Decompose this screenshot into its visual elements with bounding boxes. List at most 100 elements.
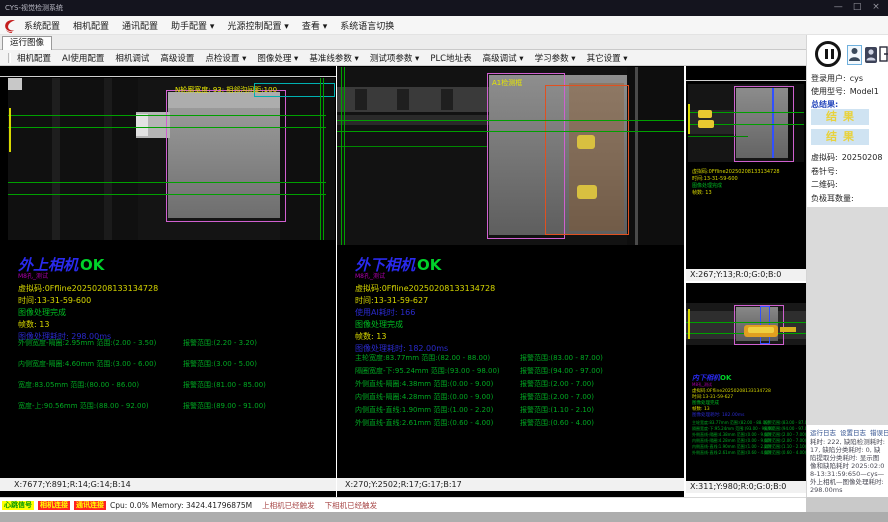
avatar-icon xyxy=(865,47,877,63)
upper-camera-trigger-status: 上相机已经触发 xyxy=(262,500,315,511)
tool-learning-params[interactable]: 学习参数 ▾ xyxy=(535,52,576,64)
menu-view[interactable]: 查看 ▾ xyxy=(302,19,327,32)
log-tab-settings[interactable]: 设置日志 xyxy=(840,429,866,437)
alarm-range: 报警范围:(0.60 - 4.00) xyxy=(520,418,594,428)
measure-value: 外侧直线-直线:2.61mm 范围:(0.60 - 4.00) xyxy=(355,419,493,427)
measure-value: 主轮宽度:83.77mm 范围:(82.00 - 88.00) xyxy=(355,354,490,362)
menu-camera-config[interactable]: 相机配置 xyxy=(73,19,109,32)
login-user-label: 登录用户: xyxy=(811,74,846,83)
pause-icon xyxy=(825,49,828,59)
camera-panel-inner-upper: 虚拟码:0Ffline20250208133134728 时间:13-31-59… xyxy=(686,66,806,281)
frame-count-line: 帧数: 13 xyxy=(18,319,49,330)
camera-panel-outer-upper: N轮廓宽度: 93; 相邻沟间距:100 外上相机OK M8孔_测试 虚拟码:0… xyxy=(0,66,336,497)
tool-image-processing[interactable]: 图像处理 ▾ xyxy=(257,52,298,64)
log-tab-errors[interactable]: 错误日志 xyxy=(870,429,888,437)
logout-button[interactable] xyxy=(879,45,888,64)
measure-line xyxy=(686,322,806,323)
camera-image-right-top[interactable] xyxy=(688,84,804,162)
overlay-measure-label: N轮廓宽度: 93; 相邻沟间距:100 xyxy=(175,85,277,95)
measure-row: 宽度:83.05mm 范围:(80.00 - 86.00)报警范围:(81.00… xyxy=(18,380,328,390)
app-logo-icon xyxy=(3,18,18,33)
tool-camera-debug[interactable]: 相机调试 xyxy=(115,52,149,64)
machine-edge xyxy=(635,67,638,245)
tool-plc-address-table[interactable]: PLC地址表 xyxy=(430,52,471,64)
menu-system-config[interactable]: 系统配置 xyxy=(24,19,60,32)
frame-count-line: 帧数: 13 xyxy=(355,331,386,342)
tab-run-image[interactable]: 运行图像 xyxy=(2,36,52,50)
user-icon xyxy=(848,46,861,64)
camera-image-left[interactable]: N轮廓宽度: 93; 相邻沟间距:100 xyxy=(8,78,335,240)
login-user-value: cys xyxy=(850,74,863,83)
needle-number-label: 卷针号: xyxy=(811,166,838,177)
measure-value: 内侧宽度-隔圈:4.60mm 范围:(3.00 - 6.00) xyxy=(18,360,156,368)
pause-button[interactable] xyxy=(815,41,841,67)
operator-avatar-button[interactable] xyxy=(865,47,877,63)
tool-test-item-params[interactable]: 测试项参数 ▾ xyxy=(370,52,419,64)
image-background xyxy=(280,78,335,240)
window-controls: — □ × xyxy=(830,0,884,16)
login-user-row: 登录用户: cys xyxy=(811,73,863,84)
cpu-memory-status: Cpu: 0.0% Memory: 3424.41796875M xyxy=(110,501,252,510)
panel-divider xyxy=(686,80,806,81)
measure-value: 外侧直线-隔圈:4.38mm 范围:(0.00 - 9.00) xyxy=(692,432,771,437)
sidebar-gray-area xyxy=(807,207,888,425)
measure-line-vertical xyxy=(320,78,321,240)
model-select[interactable]: Model1 xyxy=(850,87,879,96)
camera-status-ok: OK xyxy=(417,256,441,274)
measure-line xyxy=(8,115,326,116)
mini-virtual-code: 虚拟码:0Ffline20250208133134728 xyxy=(692,168,780,175)
reflection-highlight xyxy=(698,120,714,128)
roi-rect-orange xyxy=(545,85,629,235)
tool-spot-check[interactable]: 点检设置 ▾ xyxy=(205,52,246,64)
log-tabs: 运行日志设置日志错误日志 xyxy=(810,427,888,437)
alarm-range: 报警范围:(1.10 - 2.10) xyxy=(520,405,594,415)
measure-line xyxy=(8,182,326,183)
program-name: M8孔_测试 xyxy=(355,271,385,280)
alarm-range: 报警范围:(94.00 - 97.00) xyxy=(520,366,603,376)
menu-light-control-config[interactable]: 光源控制配置 ▾ xyxy=(227,19,288,32)
pixel-coordinate-bar: X:7677;Y:891;R:14;G:14;B:14 xyxy=(0,478,336,491)
measure-line xyxy=(337,120,684,121)
calibration-line-yellow xyxy=(9,108,11,152)
camera-image-right-bottom[interactable] xyxy=(686,303,806,345)
log-tab-run[interactable]: 运行日志 xyxy=(810,429,836,437)
virtual-code-line: 虚拟码:0Ffline20250208133134728 xyxy=(355,283,495,294)
measure-value: 主轮宽度:83.77mm 范围:(82.00 - 88.00) xyxy=(692,420,769,425)
reflection-highlight xyxy=(698,110,712,118)
tool-advanced-settings[interactable]: 高级设置 xyxy=(160,52,194,64)
close-button[interactable]: × xyxy=(868,0,884,15)
process-done-line: 图像处理完成 xyxy=(18,307,66,318)
tool-baseline-params[interactable]: 基准线参数 ▾ xyxy=(309,52,358,64)
menu-language-switch[interactable]: 系统语言切换 xyxy=(340,19,394,32)
maximize-button[interactable]: □ xyxy=(849,0,865,15)
measure-line-vertical xyxy=(323,78,324,240)
tab-strip: 运行图像 xyxy=(0,35,806,50)
tool-advanced-debug[interactable]: 高级调试 ▾ xyxy=(483,52,524,64)
tool-other-settings[interactable]: 其它设置 ▾ xyxy=(587,52,628,64)
alarm-range: 报警范围:(83.00 - 87.00) xyxy=(520,353,603,363)
measure-row: 内侧宽度-隔圈:4.60mm 范围:(3.00 - 6.00)报警范围:(3.0… xyxy=(18,359,328,369)
measure-value: 宽度:83.05mm 范围:(80.00 - 86.00) xyxy=(18,381,139,389)
camera-image-middle[interactable]: A1检测框 xyxy=(337,67,684,245)
bright-corner xyxy=(8,78,22,90)
user-login-button[interactable] xyxy=(847,45,862,65)
mini-elapsed: 图像处理耗时: 182.00ms xyxy=(692,412,744,418)
measure-line xyxy=(8,194,326,195)
tool-ai-usage-config[interactable]: AI使用配置 xyxy=(62,52,104,64)
minimize-button[interactable]: — xyxy=(830,0,846,15)
measure-value: 宽度-上:90.56mm 范围:(88.00 - 92.00) xyxy=(18,402,149,410)
mini-measure-row: 外侧直线-直线:2.61mm 范围:(0.60 - 4.00) xyxy=(692,450,771,456)
measure-line xyxy=(337,131,684,132)
measure-value: 外侧直线-隔圈:4.38mm 范围:(0.00 - 9.00) xyxy=(355,380,493,388)
panel-divider xyxy=(0,76,336,77)
pause-icon xyxy=(831,49,834,59)
statusbar-right-filler xyxy=(806,497,888,512)
camera-panel-outer-lower: A1检测框 外下相机OK M8孔_测试 虚拟码:0Ffline202502081… xyxy=(337,66,684,497)
measure-row: 外侧直线-直线:2.61mm 范围:(0.60 - 4.00) 报警范围:(0.6… xyxy=(355,418,665,428)
pixel-coordinate-bar: X:311;Y:980;R:0;G:0;B:0 xyxy=(686,481,806,493)
tool-camera-config[interactable]: 相机配置 xyxy=(17,52,51,64)
menu-assistant-config[interactable]: 助手配置 ▾ xyxy=(171,19,214,32)
time-line: 时间:13-31-59-627 xyxy=(355,295,428,306)
menu-comm-config[interactable]: 通讯配置 xyxy=(122,19,158,32)
main-area: N轮廓宽度: 93; 相邻沟间距:100 外上相机OK M8孔_测试 虚拟码:0… xyxy=(0,66,806,497)
